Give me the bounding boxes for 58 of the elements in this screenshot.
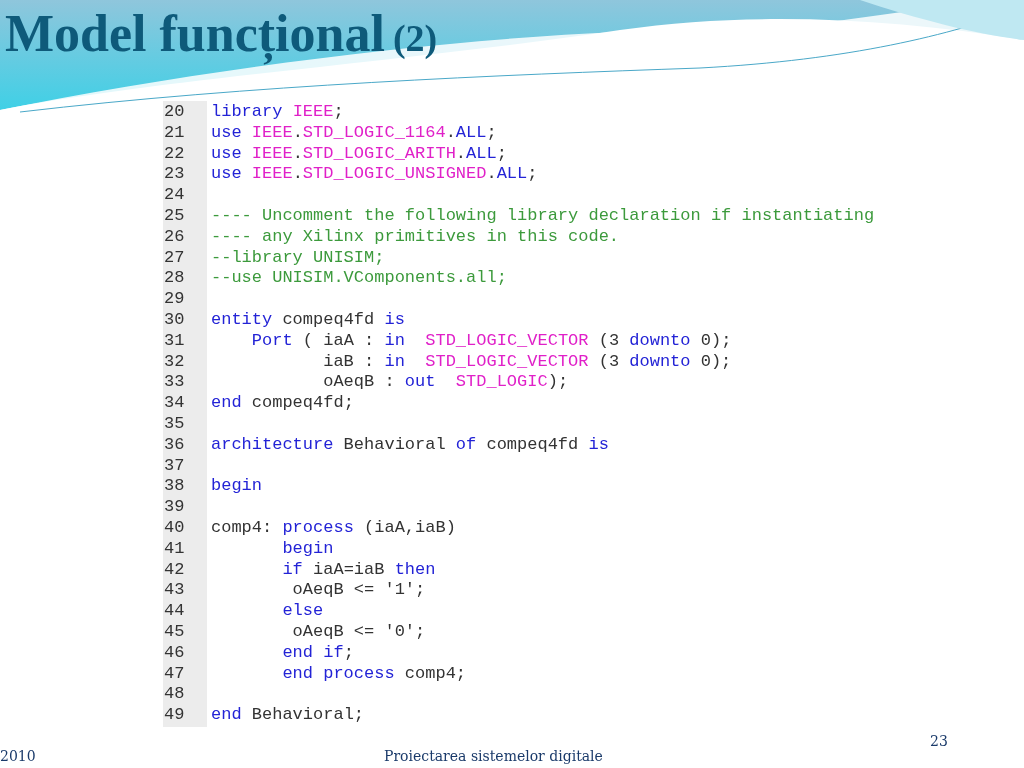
line-number: 47 [163, 663, 186, 685]
line-number: 40 [163, 517, 186, 539]
line-number: 41 [163, 538, 186, 560]
line-number: 28 [163, 268, 186, 290]
code-line: if iaA=iaB then [281, 559, 437, 581]
footer-date: 2010 [0, 747, 36, 766]
line-number: 42 [163, 559, 186, 581]
line-number: 35 [163, 413, 186, 435]
code-line: entity compeq4fd is [211, 309, 406, 331]
line-number: 43 [163, 580, 186, 602]
code-line: oAeqB <= '1'; [291, 580, 427, 602]
code-line: --library UNISIM; [211, 247, 386, 269]
code-line: library IEEE; [211, 102, 345, 123]
line-number: 48 [163, 684, 186, 706]
line-number: 29 [163, 289, 186, 310]
line-number: 33 [163, 372, 186, 394]
line-number: 30 [163, 309, 186, 331]
code-line: architecture Behavioral of compeq4fd is [211, 434, 610, 456]
code-line: oAeqB : out STD_LOGIC); [322, 372, 570, 394]
code-line: ---- Uncomment the following library declaration if instantiating [211, 206, 876, 227]
line-number: 26 [163, 226, 186, 248]
code-line: iaB : in STD_LOGIC_VECTOR (3 downto 0); [322, 351, 733, 373]
code-line: begin [281, 538, 335, 560]
code-line: ---- any Xilinx primitives in this code. [211, 226, 621, 248]
line-number: 34 [163, 393, 186, 414]
code-line: end process comp4; [281, 663, 468, 685]
line-number: 21 [163, 122, 186, 144]
line-number: 25 [163, 206, 186, 227]
code-line: use IEEE.STD_LOGIC_UNSIGNED.ALL; [211, 164, 539, 186]
code-line: comp4: process (iaA,iaB) [211, 517, 457, 539]
line-number: 46 [163, 642, 186, 664]
code-line: Port ( iaA : in STD_LOGIC_VECTOR (3 downto 0); [250, 330, 733, 352]
code-line: end Behavioral; [211, 705, 366, 726]
line-number: 27 [163, 247, 186, 269]
code-line: else [281, 601, 325, 622]
line-number: 39 [163, 497, 186, 518]
line-number: 23 [163, 164, 186, 186]
footer-course-title: Proiectarea sistemelor digitale [384, 747, 603, 766]
slide-number: 23 [930, 732, 948, 751]
line-number: 37 [163, 455, 186, 477]
code-line: end if; [281, 642, 355, 664]
line-number: 44 [163, 601, 186, 622]
code-line: --use UNISIM.VComponents.all; [211, 268, 508, 290]
code-line: use IEEE.STD_LOGIC_1164.ALL; [211, 122, 498, 144]
line-number: 24 [163, 185, 186, 206]
line-number: 31 [163, 330, 186, 352]
code-line: oAeqB <= '0'; [291, 621, 427, 643]
line-number: 36 [163, 434, 186, 456]
slide-title: Model funcțional [5, 0, 385, 68]
line-number: 49 [163, 705, 186, 726]
line-number: 38 [163, 476, 186, 498]
code-line: begin [211, 476, 263, 498]
line-number: 32 [163, 351, 186, 373]
line-number: 22 [163, 143, 186, 165]
code-line: use IEEE.STD_LOGIC_ARITH.ALL; [211, 143, 508, 165]
line-number: 45 [163, 621, 186, 643]
code-line: end compeq4fd; [211, 393, 355, 414]
line-number: 20 [163, 102, 186, 123]
